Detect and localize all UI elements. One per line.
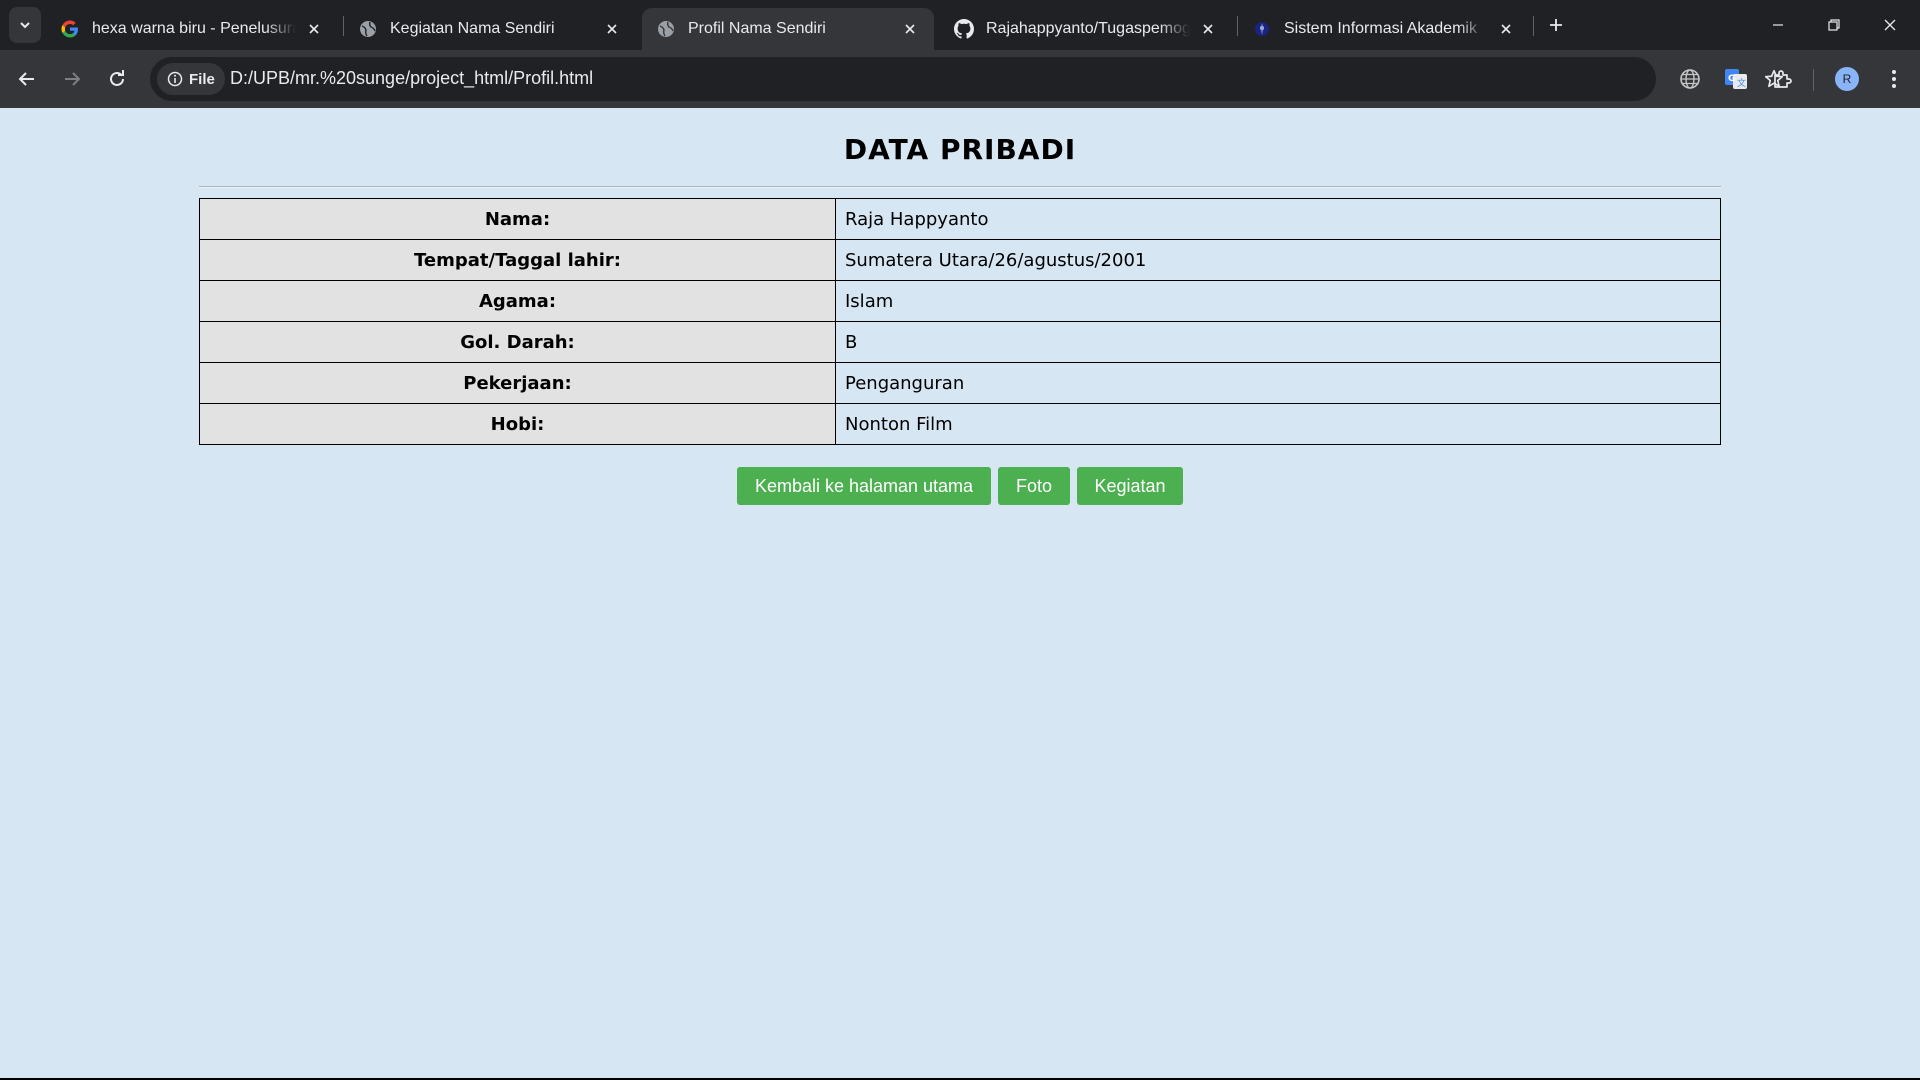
profile-avatar[interactable]: R (1835, 67, 1859, 91)
row-value: Islam (835, 280, 1721, 322)
tab-siakad[interactable]: Sistem Informasi Akademik (1238, 8, 1530, 50)
arrow-left-icon (18, 72, 34, 86)
tab-strip: hexa warna biru - Penelusuran Google Keg… (0, 0, 1920, 50)
close-icon (1884, 19, 1896, 31)
menu-button[interactable] (1880, 65, 1908, 93)
extensions-button[interactable] (1768, 65, 1796, 93)
tab-kegiatan[interactable]: Kegiatan Nama Sendiri (344, 8, 636, 50)
close-icon[interactable] (900, 19, 920, 39)
info-icon (167, 71, 183, 87)
table-row: Pekerjaan: Penganguran (199, 362, 1721, 404)
globe-icon (358, 19, 378, 39)
page-content: DATA PRIBADI Nama: Raja Happyanto Tempat… (0, 108, 1920, 1078)
table-row: Hobi: Nonton Film (199, 403, 1721, 445)
tab-title: Kegiatan Nama Sendiri (390, 20, 555, 37)
toolbar-separator (1813, 69, 1814, 91)
activity-button[interactable]: Kegiatan (1077, 467, 1183, 505)
plus-icon (1550, 19, 1562, 31)
arrow-right-icon (65, 72, 81, 86)
row-label: Tempat/Taggal lahir: (199, 239, 836, 281)
table-row: Agama: Islam (199, 280, 1721, 322)
address-bar[interactable]: File D:/UPB/mr.%20sunge/project_html/Pro… (150, 57, 1784, 101)
tab-profil-active[interactable]: Profil Nama Sendiri (642, 8, 934, 50)
site-info-chip[interactable]: File (157, 63, 225, 95)
google-translate-button[interactable]: G文 (1722, 65, 1750, 93)
horizontal-rule (199, 186, 1721, 188)
minimize-button[interactable] (1750, 0, 1806, 50)
reload-icon (110, 70, 124, 86)
close-icon[interactable] (1496, 19, 1516, 39)
chip-label: File (189, 70, 215, 88)
row-label: Pekerjaan: (199, 362, 836, 404)
restore-icon (1828, 19, 1840, 31)
close-icon[interactable] (1198, 19, 1218, 39)
photo-button[interactable]: Foto (998, 467, 1070, 505)
tab-title: hexa warna biru - Penelusuran Google (92, 20, 296, 37)
siakad-icon (1252, 19, 1272, 39)
translate-web-button[interactable] (1676, 65, 1704, 93)
tab-title: Profil Nama Sendiri (688, 20, 826, 37)
back-button[interactable] (9, 61, 45, 97)
tab-google-search[interactable]: hexa warna biru - Penelusuran Google (46, 8, 338, 50)
svg-text:文: 文 (1737, 77, 1746, 89)
row-label: Nama: (199, 198, 836, 240)
tab-title: Sistem Informasi Akademik (1284, 20, 1477, 37)
svg-text:G: G (1728, 74, 1735, 84)
row-value: B (835, 321, 1721, 363)
row-value: Nonton Film (835, 403, 1721, 445)
more-vertical-icon (1892, 70, 1896, 88)
page-title: DATA PRIBADI (843, 133, 1077, 166)
row-label: Gol. Darah: (199, 321, 836, 363)
google-translate-icon: G文 (1725, 69, 1747, 89)
row-label: Agama: (199, 280, 836, 322)
personal-data-table: Nama: Raja Happyanto Tempat/Taggal lahir… (199, 198, 1721, 445)
row-label: Hobi: (199, 403, 836, 445)
table-row: Nama: Raja Happyanto (199, 198, 1721, 240)
new-tab-button[interactable] (1542, 11, 1570, 39)
globe-icon (1680, 69, 1700, 89)
close-icon[interactable] (602, 19, 622, 39)
button-group: Kembali ke halaman utama Foto Kegiatan (0, 467, 1920, 505)
row-value: Penganguran (835, 362, 1721, 404)
tab-search-button[interactable] (9, 7, 41, 43)
globe-icon (656, 19, 676, 39)
row-value: Raja Happyanto (835, 198, 1721, 240)
tab-github[interactable]: Rajahappyanto/Tugaspemograman (940, 8, 1232, 50)
reload-button[interactable] (99, 61, 135, 97)
google-icon (60, 19, 80, 39)
tab-title: Rajahappyanto/Tugaspemograman (986, 20, 1190, 37)
row-value: Sumatera Utara/26/agustus/2001 (835, 239, 1721, 281)
restore-button[interactable] (1806, 0, 1862, 50)
back-to-home-button[interactable]: Kembali ke halaman utama (737, 467, 991, 505)
table-row: Gol. Darah: B (199, 321, 1721, 363)
close-icon[interactable] (304, 19, 324, 39)
forward-button[interactable] (54, 61, 90, 97)
chevron-down-icon (20, 22, 30, 29)
github-icon (954, 19, 974, 39)
url-text[interactable]: D:/UPB/mr.%20sunge/project_html/Profil.h… (230, 68, 593, 89)
close-window-button[interactable] (1862, 0, 1918, 50)
minimize-icon (1773, 24, 1783, 26)
table-row: Tempat/Taggal lahir: Sumatera Utara/26/a… (199, 239, 1721, 281)
tab-separator (1533, 16, 1534, 36)
puzzle-icon (1774, 70, 1792, 88)
browser-toolbar: File D:/UPB/mr.%20sunge/project_html/Pro… (0, 50, 1920, 108)
